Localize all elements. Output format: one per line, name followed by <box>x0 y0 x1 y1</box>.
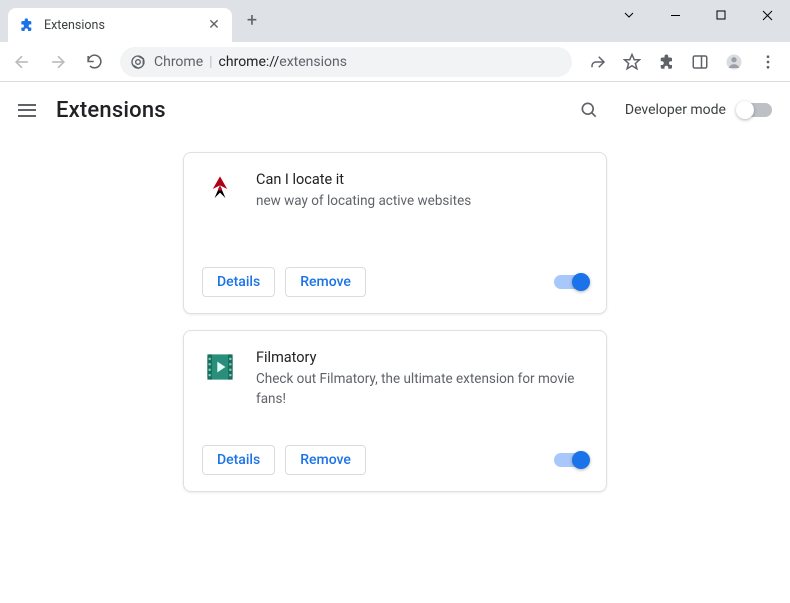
reload-button[interactable] <box>78 46 110 78</box>
details-button[interactable]: Details <box>202 445 275 475</box>
share-button[interactable] <box>582 46 614 78</box>
browser-toolbar: Chrome | chrome://extensions <box>0 42 790 82</box>
search-button[interactable] <box>571 92 607 128</box>
window-maximize-button[interactable] <box>698 0 744 30</box>
back-button[interactable] <box>6 46 38 78</box>
extensions-button[interactable] <box>650 46 682 78</box>
extension-description: new way of locating active websites <box>256 192 471 212</box>
extension-card: Can I locate it new way of locating acti… <box>183 152 607 314</box>
developer-mode-toggle[interactable] <box>738 103 772 117</box>
extension-icon-film <box>202 349 238 385</box>
url-text: Chrome | chrome://extensions <box>154 54 347 70</box>
window-close-button[interactable] <box>744 0 790 30</box>
extensions-favicon <box>18 17 34 33</box>
tab-close-button[interactable]: ✕ <box>206 17 222 33</box>
tab-title: Extensions <box>44 18 196 33</box>
extension-name: Can I locate it <box>256 171 471 188</box>
extension-card: Filmatory Check out Filmatory, the ultim… <box>183 330 607 492</box>
extension-icon-phoenix <box>202 171 238 207</box>
omnibox[interactable]: Chrome | chrome://extensions <box>120 47 572 77</box>
remove-button[interactable]: Remove <box>285 267 366 297</box>
chrome-menu-button[interactable] <box>752 46 784 78</box>
developer-mode-label: Developer mode <box>625 102 726 118</box>
extension-description: Check out Filmatory, the ultimate extens… <box>256 370 588 409</box>
window-minimize-button[interactable] <box>652 0 698 30</box>
extension-enable-toggle[interactable] <box>554 275 588 289</box>
browser-tab[interactable]: Extensions ✕ <box>8 8 232 42</box>
forward-button[interactable] <box>42 46 74 78</box>
hamburger-menu-button[interactable] <box>18 104 38 117</box>
remove-button[interactable]: Remove <box>285 445 366 475</box>
extensions-list: Can I locate it new way of locating acti… <box>0 138 790 492</box>
extension-enable-toggle[interactable] <box>554 453 588 467</box>
extension-name: Filmatory <box>256 349 588 366</box>
page-header: Extensions Developer mode <box>0 82 790 138</box>
window-dropdown-button[interactable] <box>606 0 652 30</box>
window-titlebar: Extensions ✕ + <box>0 0 790 42</box>
profile-button[interactable] <box>718 46 750 78</box>
sidepanel-button[interactable] <box>684 46 716 78</box>
details-button[interactable]: Details <box>202 267 275 297</box>
bookmark-button[interactable] <box>616 46 648 78</box>
page-title: Extensions <box>56 98 166 123</box>
new-tab-button[interactable]: + <box>238 6 266 34</box>
chrome-icon <box>130 54 146 70</box>
developer-mode-control: Developer mode <box>625 102 772 118</box>
